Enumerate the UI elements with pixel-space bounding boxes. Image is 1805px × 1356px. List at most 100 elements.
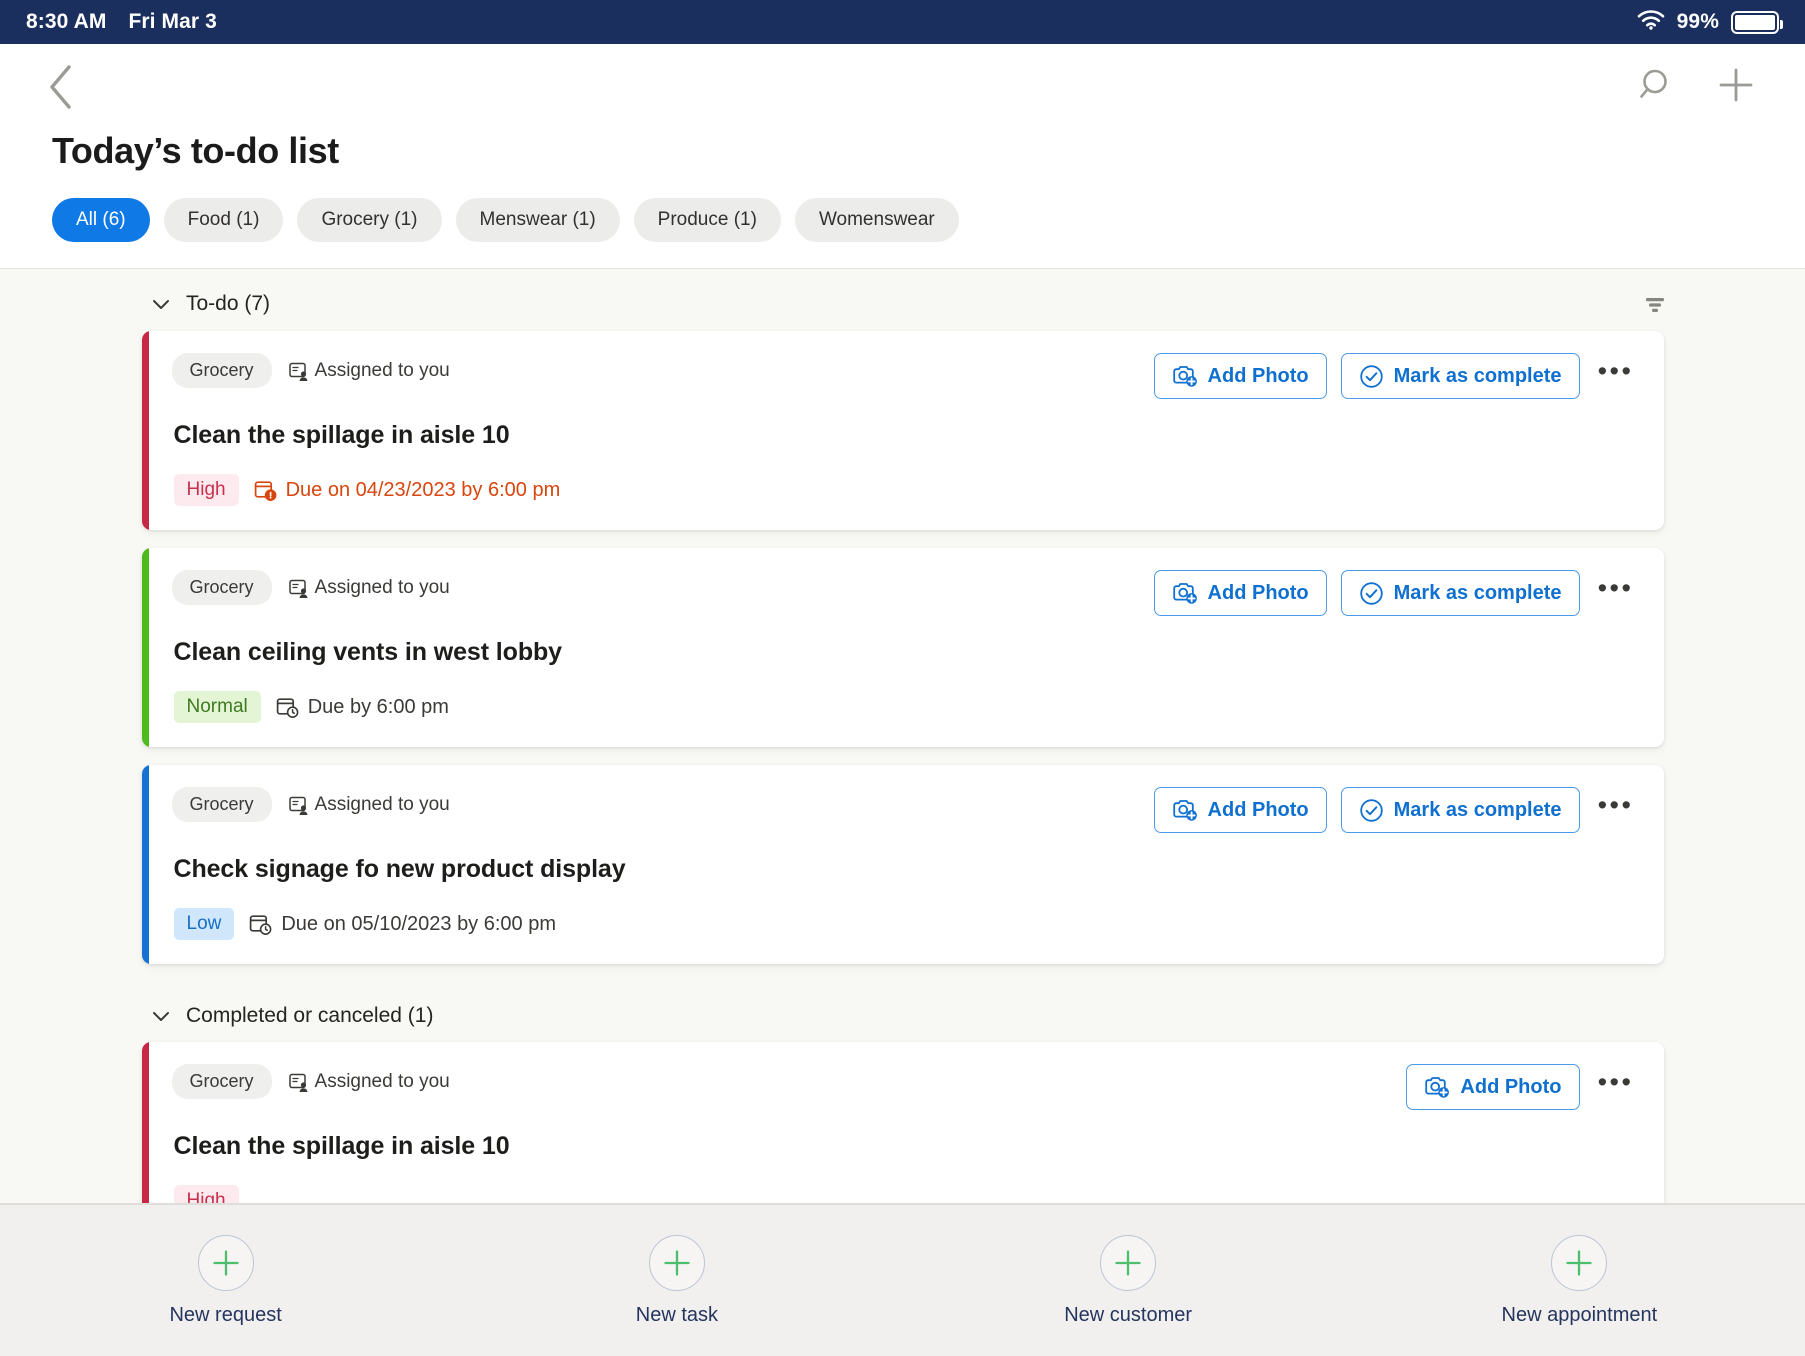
button-label: Add Photo — [1207, 581, 1309, 604]
section-header: Completed or canceled (1) — [0, 982, 1805, 1042]
category-filter-chips: All (6) Food (1) Grocery (1) Menswear (1) Pr… — [30, 172, 1775, 268]
more-options-button[interactable]: ••• — [1594, 354, 1638, 398]
task-footer: Normal Due by 6:00 pm — [168, 667, 1638, 723]
mark-complete-button[interactable]: Mark as complete — [1340, 353, 1580, 399]
due-date-text: Due by 6:00 pm — [307, 695, 449, 718]
add-photo-button[interactable]: Add Photo — [1153, 787, 1327, 833]
search-button[interactable] — [1631, 60, 1681, 110]
assignment-label: Assigned to you — [288, 1071, 450, 1093]
bottom-action-new-task[interactable]: New task — [451, 1234, 902, 1327]
add-button[interactable] — [1711, 60, 1761, 110]
priority-badge: Low — [173, 908, 235, 940]
section-collapse-toggle[interactable] — [150, 1005, 172, 1027]
camera-add-icon — [1425, 1077, 1450, 1098]
wifi-icon — [1637, 9, 1665, 36]
button-label: Add Photo — [1207, 798, 1309, 821]
bottom-action-label: New customer — [1064, 1303, 1193, 1326]
filter-icon — [1646, 298, 1664, 312]
button-label: Add Photo — [1460, 1075, 1562, 1098]
check-circle-icon — [1359, 364, 1383, 388]
task-title: Clean ceiling vents in west lobby — [173, 638, 563, 666]
task-actions: Add Photo ••• — [1406, 1064, 1637, 1110]
camera-add-icon — [1172, 366, 1197, 387]
task-category-tag: Grocery — [171, 1064, 272, 1099]
more-options-button[interactable]: ••• — [1594, 1065, 1638, 1109]
priority-accent-bar — [141, 765, 149, 964]
bottom-action-new-appointment[interactable]: New appointment — [1354, 1234, 1805, 1327]
task-title: Clean the spillage in aisle 10 — [173, 421, 510, 449]
assignment-text: Assigned to you — [314, 793, 450, 815]
task-title: Clean the spillage in aisle 10 — [173, 1132, 510, 1160]
status-bar: 8:30 AM Fri Mar 3 99% — [0, 0, 1805, 44]
assignment-text: Assigned to you — [314, 576, 450, 598]
filter-chip-food-1[interactable]: Food (1) — [163, 198, 284, 242]
calendar-alert-icon — [254, 481, 276, 502]
filter-chip-menswear-1[interactable]: Menswear (1) — [455, 198, 620, 242]
back-button[interactable] — [34, 60, 88, 114]
plus-circle-icon — [1115, 1249, 1141, 1276]
task-footer: High — [168, 1161, 1638, 1203]
add-photo-button[interactable]: Add Photo — [1153, 353, 1327, 399]
filter-chip-grocery-1[interactable]: Grocery (1) — [297, 198, 442, 242]
more-options-button[interactable]: ••• — [1594, 788, 1638, 832]
task-card[interactable]: Grocery Assigned to you Add Photo ••• Clean … — [141, 1042, 1664, 1203]
bottom-action-new-request[interactable]: New request — [0, 1234, 451, 1327]
task-footer: Low Due on 05/10/2023 by 6:00 pm — [168, 884, 1638, 940]
priority-badge: High — [173, 1185, 239, 1203]
filter-button[interactable] — [1642, 291, 1763, 317]
button-label: Add Photo — [1207, 364, 1309, 387]
chevron-left-icon — [50, 65, 71, 109]
more-options-button[interactable]: ••• — [1594, 571, 1638, 615]
bottom-action-new-customer[interactable]: New customer — [903, 1234, 1354, 1327]
task-card[interactable]: Grocery Assigned to you Add Photo Mark as c… — [141, 331, 1664, 530]
assigned-person-icon — [288, 1073, 307, 1092]
bottom-action-label: New appointment — [1501, 1303, 1658, 1326]
filter-chip-all-6[interactable]: All (6) — [52, 198, 150, 242]
status-bar-date: Fri Mar 3 — [128, 10, 217, 33]
search-icon — [1640, 69, 1667, 98]
button-label: Mark as complete — [1393, 798, 1562, 821]
assigned-person-icon — [288, 362, 307, 381]
filter-chip-womenswear[interactable]: Womenswear — [794, 198, 959, 242]
button-label: Mark as complete — [1393, 364, 1562, 387]
task-actions: Add Photo Mark as complete ••• — [1153, 570, 1638, 616]
task-category-tag: Grocery — [171, 353, 272, 388]
priority-accent-bar — [141, 1042, 149, 1203]
app-window: 8:30 AM Fri Mar 3 99% Today’s to-do list… — [0, 0, 1805, 1356]
bottom-action-label: New request — [169, 1303, 282, 1326]
status-bar-time: 8:30 AM — [26, 10, 107, 33]
add-photo-button[interactable]: Add Photo — [1153, 570, 1327, 616]
due-date-label: Due on 04/23/2023 by 6:00 pm — [253, 478, 560, 502]
page-header: Today’s to-do list All (6) Food (1) Grocer… — [0, 44, 1805, 269]
plus-circle-icon — [1566, 1249, 1593, 1276]
task-category-tag: Grocery — [171, 787, 272, 822]
task-card[interactable]: Grocery Assigned to you Add Photo Mark as c… — [141, 765, 1664, 964]
check-circle-icon — [1359, 581, 1383, 605]
chevron-down-icon — [153, 300, 169, 309]
bottom-action-bar: New request New task New customer New appoi… — [0, 1204, 1805, 1356]
plus-circle-icon — [664, 1249, 690, 1276]
add-photo-button[interactable]: Add Photo — [1406, 1064, 1580, 1110]
battery-icon — [1731, 10, 1783, 34]
calendar-clock-icon — [276, 698, 299, 719]
assignment-label: Assigned to you — [288, 577, 450, 599]
page-title: Today’s to-do list — [52, 130, 339, 171]
priority-accent-bar — [141, 331, 149, 530]
section-collapse-toggle[interactable] — [150, 293, 172, 315]
section-title: To-do (7) — [186, 292, 271, 315]
task-card[interactable]: Grocery Assigned to you Add Photo Mark as c… — [141, 548, 1664, 747]
filter-chip-produce-1[interactable]: Produce (1) — [633, 198, 781, 242]
plus-circle-icon — [212, 1249, 239, 1276]
due-date-text: Due on 05/10/2023 by 6:00 pm — [281, 912, 557, 935]
plus-circle-icon — [1551, 1234, 1608, 1291]
section-header: To-do (7) — [0, 269, 1805, 331]
camera-add-icon — [1172, 800, 1197, 821]
camera-add-icon — [1172, 583, 1197, 604]
mark-complete-button[interactable]: Mark as complete — [1340, 787, 1580, 833]
mark-complete-button[interactable]: Mark as complete — [1340, 570, 1580, 616]
plus-circle-icon — [1100, 1234, 1157, 1291]
assignment-label: Assigned to you — [288, 360, 450, 382]
section-title: Completed or canceled (1) — [186, 1004, 434, 1027]
due-date-label: Due on 05/10/2023 by 6:00 pm — [248, 912, 556, 936]
button-label: Mark as complete — [1393, 581, 1562, 604]
